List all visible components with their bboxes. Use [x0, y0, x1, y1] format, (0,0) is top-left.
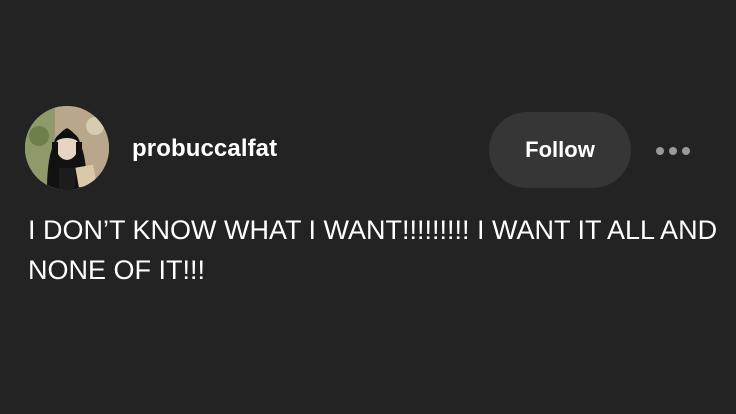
more-dot	[682, 147, 690, 155]
post-header: probuccalfat Follow	[25, 106, 715, 192]
follow-button[interactable]: Follow	[489, 112, 631, 188]
more-horizontal-icon[interactable]	[651, 136, 695, 166]
avatar-image	[25, 106, 109, 190]
post-card: probuccalfat Follow I DON’T KNOW WHAT I …	[0, 0, 736, 414]
username[interactable]: probuccalfat	[132, 135, 277, 163]
more-dot	[669, 147, 677, 155]
post-text: I DON’T KNOW WHAT I WANT!!!!!!!!! I WANT…	[28, 215, 718, 285]
more-dot	[656, 147, 664, 155]
avatar[interactable]	[25, 106, 109, 190]
